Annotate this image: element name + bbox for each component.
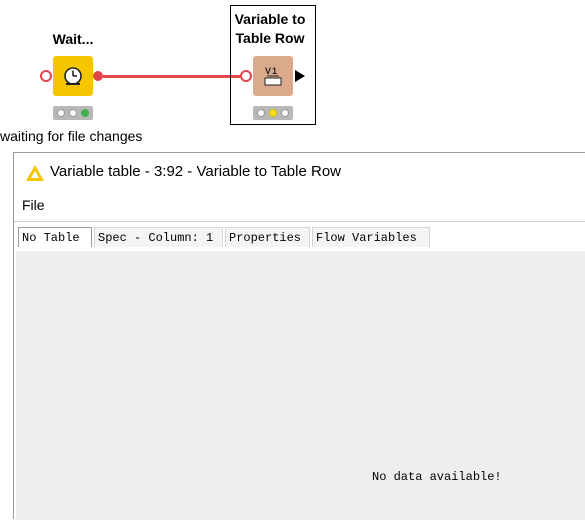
workflow-canvas[interactable]: Wait... waiting for file changes Variabl… — [0, 0, 585, 152]
clock-icon — [64, 67, 82, 85]
variable-node-title-line2: Table Row — [235, 30, 305, 46]
variable-node-input-port[interactable] — [240, 70, 252, 82]
dialog-title: Variable table - 3:92 - Variable to Tabl… — [50, 163, 341, 180]
tab-properties[interactable]: Properties — [225, 227, 310, 247]
status-light-yellow — [269, 109, 277, 117]
warning-triangle-icon — [26, 165, 44, 181]
status-light-green — [81, 109, 89, 117]
tab-no-table[interactable]: No Table — [18, 227, 92, 247]
status-light-red — [57, 109, 65, 117]
status-light-green — [281, 109, 289, 117]
wait-node-title: Wait... — [52, 31, 94, 47]
wait-node-status-lights — [53, 106, 93, 120]
svg-text:V: V — [265, 66, 271, 76]
no-data-message: No data available! — [372, 470, 502, 484]
svg-text:1: 1 — [272, 66, 277, 76]
menu-bar: File — [14, 193, 585, 219]
dialog-title-bar[interactable]: Variable table - 3:92 - Variable to Tabl… — [14, 153, 585, 191]
table-view[interactable]: No data available! — [16, 251, 585, 520]
menu-file[interactable]: File — [22, 197, 45, 213]
variable-table-dialog: Variable table - 3:92 - Variable to Tabl… — [13, 152, 585, 520]
wait-node-status-text: waiting for file changes — [0, 128, 143, 144]
variable-node[interactable]: V 1 — [253, 56, 293, 96]
status-light-red — [257, 109, 265, 117]
tab-flow-variables[interactable]: Flow Variables — [312, 227, 430, 247]
status-light-yellow — [69, 109, 77, 117]
variable-node-title-line1: Variable to — [234, 11, 306, 27]
tab-bar: No Table Spec - Column: 1 Properties Flo… — [14, 221, 585, 252]
variable-node-output-port[interactable] — [295, 70, 305, 82]
variable-node-status-lights — [253, 106, 293, 120]
wait-node[interactable] — [53, 56, 93, 96]
tab-spec-column[interactable]: Spec - Column: 1 — [94, 227, 223, 247]
wait-node-output-port[interactable] — [93, 71, 103, 81]
wait-node-input-port[interactable] — [40, 70, 52, 82]
variable-to-table-icon: V 1 — [264, 66, 282, 86]
node-connection[interactable] — [103, 75, 241, 78]
